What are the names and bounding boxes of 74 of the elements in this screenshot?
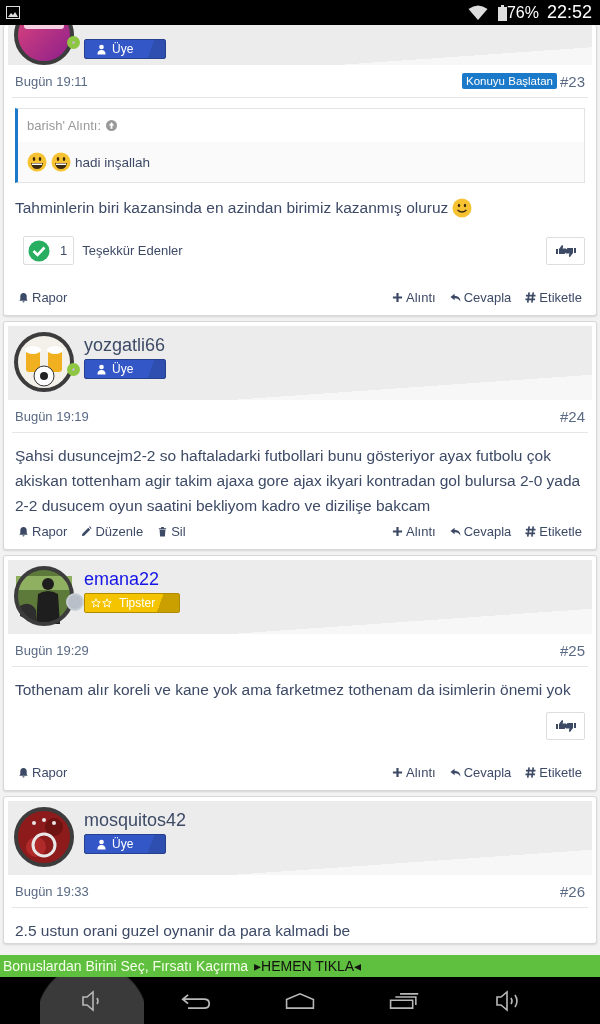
reply-action[interactable]: Cevapla	[449, 524, 512, 539]
banner-link[interactable]: ▸HEMEN TIKLA◂	[254, 958, 362, 974]
rank-label: Üye	[112, 362, 134, 376]
username-link[interactable]: emana22	[84, 569, 180, 590]
plus-icon	[392, 767, 404, 778]
arrow-up-circle-icon[interactable]	[106, 120, 118, 131]
report-action[interactable]: Rapor	[18, 765, 68, 780]
post-message: 2.5 ustun orani guzel oynanir da para kalmadi be	[15, 921, 351, 941]
plus-icon	[392, 292, 404, 303]
battery-icon	[497, 4, 507, 21]
ad-banner[interactable]: Bonuslardan Birini Seç, Fırsatı Kaçırma ▸HEMEN TIKLA◂	[0, 955, 600, 977]
banner-text: Bonuslardan Birini Seç, Fırsatı Kaçırma	[3, 958, 249, 974]
hash-icon	[525, 767, 537, 778]
like-dislike-button[interactable]	[546, 712, 585, 740]
rank-label: Üye	[112, 837, 134, 851]
post-message: Şahsi dusuncejm2-2 so haftaladarki futbollari bunu gösteriyor ayax futbolu çok akiskan tottenham agir takim ajaxa gore ajax ikyari kontradan gol bulursa 2-0 yada 2-2 dusucem oyun saatini bekliyom kadro ve dizilişe bakcam	[15, 446, 582, 516]
user-icon	[97, 363, 106, 375]
post-number-link[interactable]: #26	[559, 882, 585, 900]
tag-action[interactable]: Etiketle	[525, 524, 582, 539]
like-dislike-button[interactable]	[546, 236, 585, 265]
user-icon	[97, 838, 106, 850]
bell-icon	[18, 526, 29, 537]
grinning-face-icon	[51, 152, 71, 172]
quote-action[interactable]: Alıntı	[392, 765, 436, 780]
grinning-face-icon	[27, 152, 47, 172]
thread-starter-badge: Konuyu Başlatan	[462, 73, 557, 89]
thumbs-up-down-icon	[554, 719, 577, 733]
tag-action[interactable]: Etiketle	[525, 290, 582, 305]
pencil-icon	[81, 526, 93, 537]
post-message: Tahminlerin biri kazansinda en azindan birimiz kazanmış oluruz	[15, 198, 449, 218]
plus-icon	[392, 526, 404, 537]
post-date: Bugün 19:29	[15, 642, 89, 658]
reply-icon	[449, 526, 461, 537]
bell-icon	[18, 767, 29, 778]
user-icon	[97, 43, 106, 55]
post-number-link[interactable]: #24	[559, 407, 585, 425]
thumbs-up-down-icon	[554, 243, 577, 258]
hash-icon	[525, 526, 537, 537]
delete-action[interactable]: Sil	[157, 524, 186, 539]
report-action[interactable]: Rapor	[18, 290, 68, 305]
rank-label: Üye	[112, 42, 134, 56]
post-number-link[interactable]: #25	[559, 641, 585, 659]
battery-percentage: 76%	[506, 3, 539, 22]
hash-icon	[525, 292, 537, 303]
reply-icon	[449, 292, 461, 303]
volume-down-button[interactable]	[40, 977, 144, 1024]
check-circle-icon	[28, 239, 50, 262]
rank-label: Tipster	[119, 596, 156, 610]
tag-action[interactable]: Etiketle	[525, 765, 582, 780]
reply-icon	[449, 767, 461, 778]
reply-action[interactable]: Cevapla	[449, 765, 512, 780]
quote-author: barish' Alıntı:	[27, 118, 102, 133]
thanks-counter[interactable]: 1	[23, 236, 75, 265]
smiling-face-icon	[452, 197, 473, 218]
username-link[interactable]: yozgatli66	[84, 335, 166, 356]
image-icon	[6, 6, 20, 19]
username-link[interactable]: mosquitos42	[84, 810, 187, 831]
quote-text: hadi inşallah	[75, 154, 151, 170]
post-date: Bugün 19:11	[15, 73, 88, 89]
post-date: Bugün 19:33	[15, 883, 89, 899]
wifi-icon	[467, 4, 488, 21]
trash-icon	[157, 526, 169, 537]
stars-icon	[91, 598, 113, 608]
post-date: Bugün 19:19	[15, 408, 89, 424]
quote-action[interactable]: Alıntı	[392, 524, 436, 539]
thanks-label[interactable]: Teşekkür Edenler	[82, 243, 183, 258]
report-action[interactable]: Rapor	[18, 524, 68, 539]
quote-action[interactable]: Alıntı	[392, 290, 436, 305]
post-message: Tothenam alır koreli ve kane yok ama farketmez tothenam da isimlerin önemi yok	[15, 680, 571, 700]
clock: 22:52	[546, 2, 592, 23]
reply-action[interactable]: Cevapla	[449, 290, 512, 305]
bell-icon	[18, 292, 29, 303]
edit-action[interactable]: Düzenle	[81, 524, 144, 539]
post-number-link[interactable]: #23	[559, 72, 585, 90]
